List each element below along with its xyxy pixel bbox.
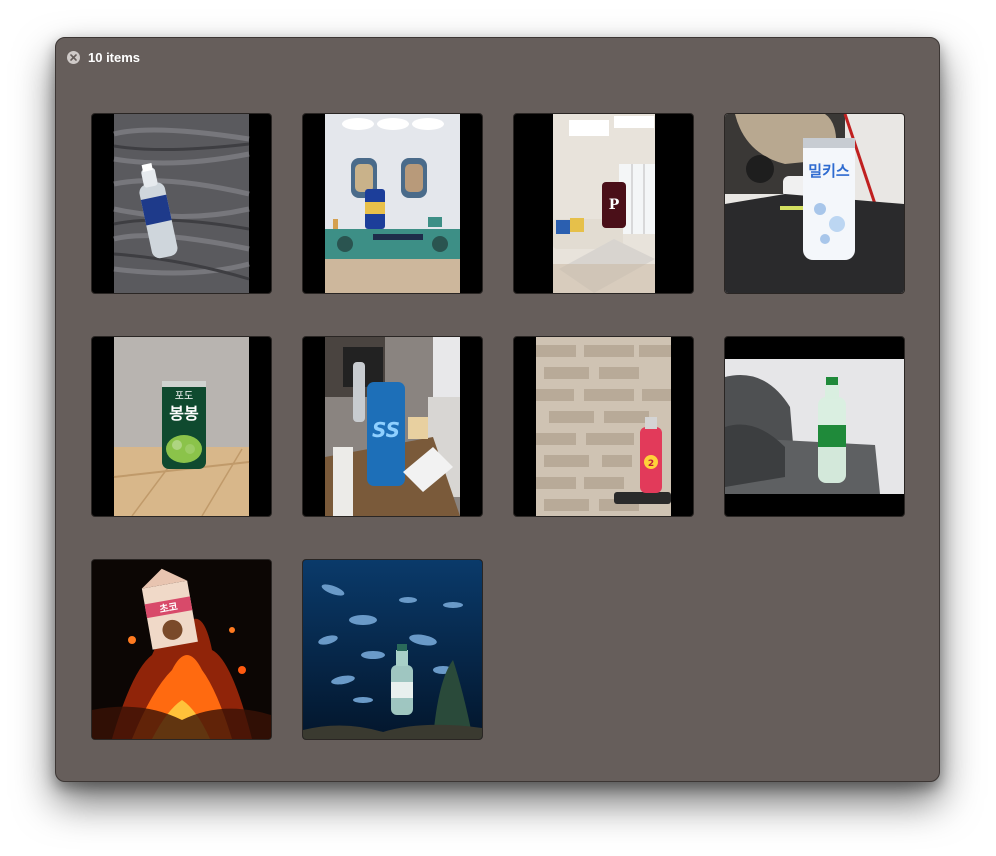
thumbnail-3[interactable]: P [513,113,694,294]
photo-bottle-brick-wall: 2 [536,337,671,516]
can-label-top: 포도 [175,391,193,402]
close-button[interactable] [67,50,80,64]
photo-can-on-cabinet [325,114,460,293]
window-title: 10 items [88,49,141,65]
thumbnail-9[interactable]: 초코 [91,559,272,740]
can-label: 밀키스 [808,162,850,180]
thumbnail-10[interactable] [302,559,483,740]
can-label: SS [372,418,400,442]
can-label: 봉봉 [169,404,199,423]
thumbnail-2[interactable] [302,113,483,294]
can-label: P [609,197,620,213]
thumbnail-8[interactable] [724,336,905,517]
photo-can-in-living-room: P [553,114,655,293]
thumbnail-1[interactable] [91,113,272,294]
photo-green-bottle-sofa [725,359,904,494]
thumbnail-6[interactable]: SS [302,336,483,517]
photo-milkis-can: 밀키스 [725,114,904,293]
thumbnail-4[interactable]: 밀키스 [724,113,905,294]
photo-bottle-aquarium [303,560,482,739]
thumbnail-5[interactable]: 포도 봉봉 [91,336,272,517]
photo-bottle-on-bed [113,114,250,293]
bottle-label: 2 [648,459,654,469]
photo-blue-can-desk: SS [325,337,460,516]
close-icon [70,53,77,61]
title-bar: 10 items [67,49,140,65]
thumbnail-7[interactable]: 2 [513,336,694,517]
photo-carton-volcano: 초코 [92,560,271,739]
quick-look-window: 10 items P 밀키스 포도 봉봉 SS 2 초코 [55,37,940,782]
thumbnail-grid: P 밀키스 포도 봉봉 SS 2 초코 [91,113,905,740]
photo-bongbong-can: 포도 봉봉 [113,337,250,516]
